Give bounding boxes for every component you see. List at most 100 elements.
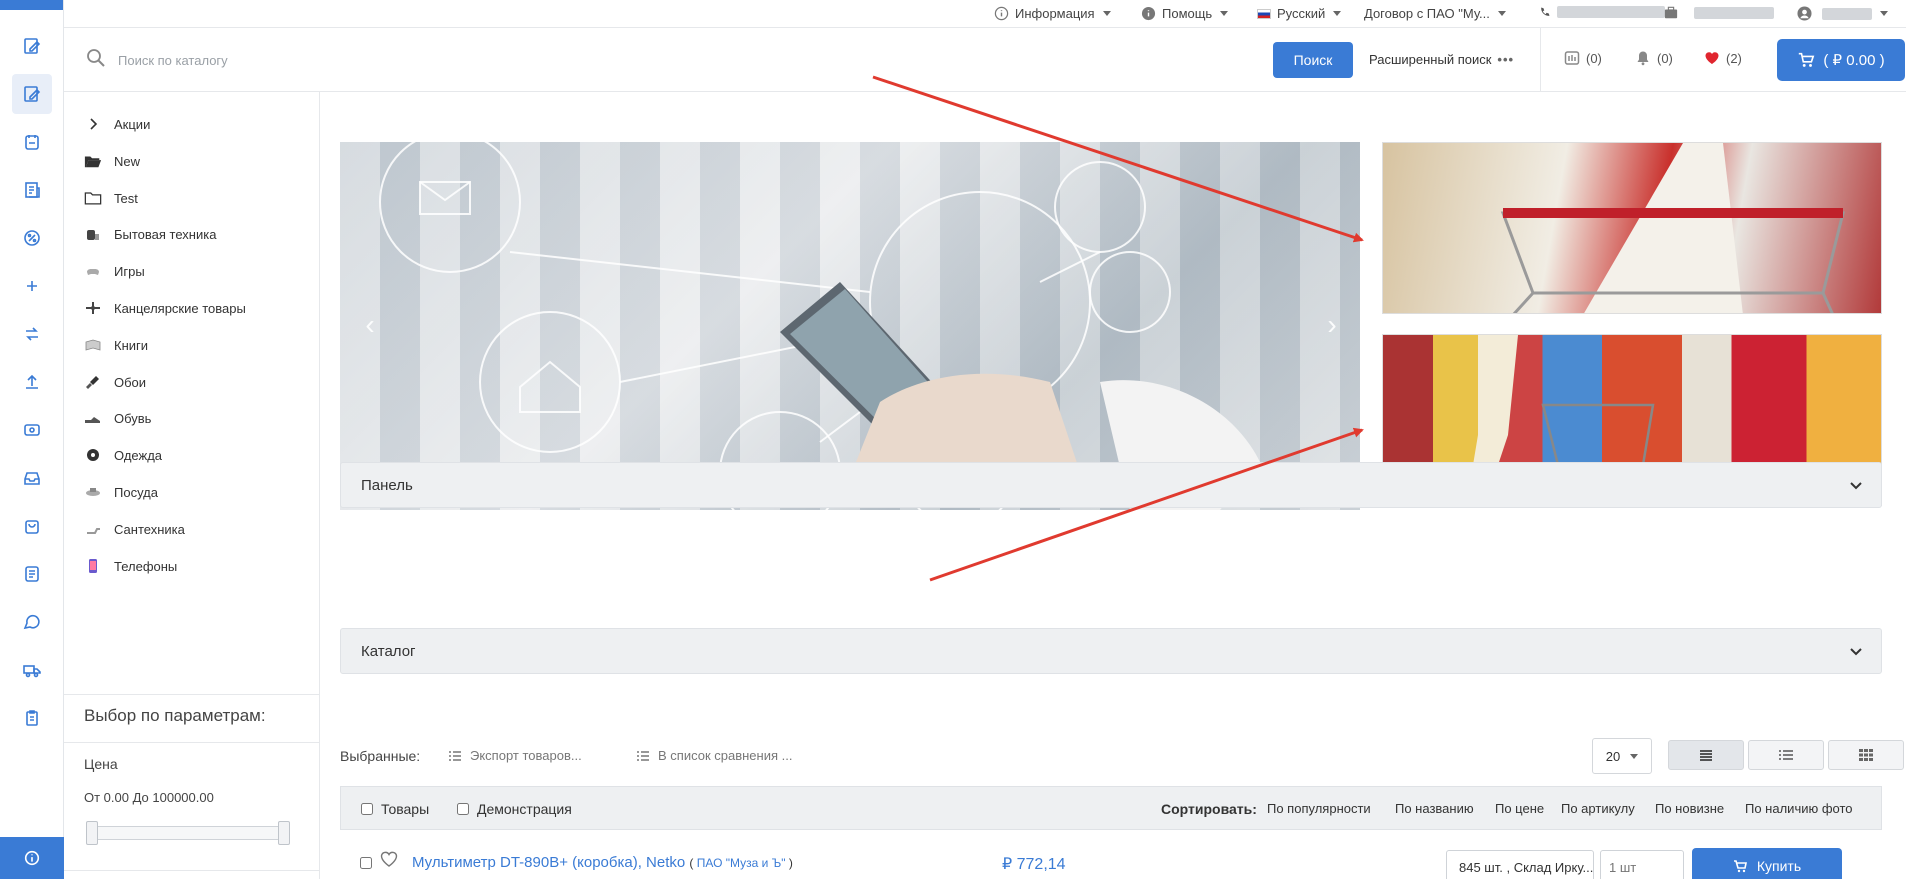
clipboard-icon[interactable] — [12, 698, 52, 738]
lines-icon — [1700, 750, 1712, 761]
stock-value: 845 шт. , Склад Ирку... — [1459, 859, 1594, 875]
sort-by-photo[interactable]: По наличию фото — [1745, 801, 1853, 816]
vendor-prefix: ( — [689, 856, 694, 870]
category-item[interactable]: Обои — [84, 374, 146, 390]
category-label: Телефоны — [114, 558, 178, 574]
category-item[interactable]: Test — [84, 190, 138, 206]
category-label: Игры — [114, 263, 145, 279]
category-label: Обои — [114, 374, 147, 390]
inbox-icon[interactable] — [12, 458, 52, 498]
sort-by-article[interactable]: По артикулу — [1561, 801, 1635, 816]
payment-icon[interactable] — [12, 410, 52, 450]
view-list-button[interactable] — [1668, 740, 1744, 770]
compare-list-link[interactable]: В список сравнения ... — [636, 748, 792, 763]
discount-icon[interactable] — [12, 218, 52, 258]
cart-total: ( ₽ 0.00 ) — [1823, 52, 1885, 69]
orders-icon[interactable] — [12, 122, 52, 162]
per-page-select[interactable]: 20 — [1592, 738, 1652, 774]
price-range-text: От 0.00 До 100000.00 — [84, 790, 214, 805]
carousel-prev-icon[interactable]: ‹ — [360, 309, 380, 340]
per-page-value: 20 — [1605, 748, 1621, 764]
notifications-counter[interactable]: (0) — [1635, 50, 1673, 66]
divider — [1540, 28, 1541, 92]
category-item[interactable]: Одежда — [84, 447, 162, 463]
sort-label: Сортировать: — [1161, 801, 1257, 817]
demo-checkbox[interactable]: Демонстрация — [457, 801, 572, 817]
info-menu[interactable]: Информация — [994, 6, 1111, 21]
catalog-accordion[interactable]: Каталог — [340, 628, 1882, 674]
language-menu[interactable]: Русский — [1257, 6, 1342, 21]
help-menu[interactable]: Помощь — [1141, 6, 1229, 21]
divider — [64, 742, 320, 743]
catalog-icon[interactable] — [12, 74, 52, 114]
category-item[interactable]: Канцелярские товары — [84, 300, 246, 316]
promo-image-cart[interactable] — [1382, 142, 1882, 314]
quantity-input[interactable] — [1600, 850, 1684, 879]
favorites-counter[interactable]: (2) — [1704, 50, 1742, 66]
panel-accordion-title: Панель — [361, 476, 413, 494]
add-icon[interactable] — [12, 266, 52, 306]
category-label: Посуда — [114, 484, 158, 500]
view-detailed-button[interactable] — [1748, 740, 1824, 770]
catalog-search-input[interactable] — [118, 46, 918, 74]
sort-by-name[interactable]: По названию — [1395, 801, 1474, 816]
info-icon — [24, 850, 40, 866]
clothes-icon — [87, 449, 99, 461]
company-info — [1664, 6, 1774, 20]
catalog-edit-icon[interactable] — [12, 26, 52, 66]
goods-checkbox-input[interactable] — [361, 803, 373, 815]
product-checkbox[interactable] — [360, 857, 372, 869]
search-button[interactable]: Поиск — [1273, 42, 1353, 78]
category-item[interactable]: Сантехника — [84, 521, 185, 537]
more-dots-icon: ••• — [1497, 52, 1515, 67]
cart-icon — [1733, 860, 1747, 873]
category-item[interactable]: Акции — [84, 116, 150, 132]
divider — [64, 870, 320, 871]
bag-icon[interactable] — [12, 506, 52, 546]
upload-icon[interactable] — [12, 362, 52, 402]
rail-top-bar — [0, 0, 63, 10]
buy-button[interactable]: Купить — [1692, 848, 1842, 879]
demo-checkbox-input[interactable] — [457, 803, 469, 815]
vendor-name[interactable]: ПАО "Муза и Ъ" — [697, 856, 786, 870]
compare-count: (0) — [1586, 50, 1602, 66]
product-name-link[interactable]: Мультиметр DT-890B+ (коробка), Netko ( П… — [412, 854, 793, 871]
support-icon[interactable] — [12, 602, 52, 642]
search-bar: Поиск Расширенный поиск ••• (0) (0) (2) (… — [64, 28, 1906, 92]
category-item[interactable]: Обувь — [84, 410, 151, 426]
panel-accordion[interactable]: Панель — [340, 462, 1882, 508]
price-slider-max-handle[interactable] — [278, 821, 290, 845]
user-menu[interactable] — [1797, 6, 1888, 21]
reports-icon[interactable] — [12, 554, 52, 594]
category-item[interactable]: Телефоны — [84, 558, 177, 574]
contract-menu[interactable]: Договор с ПАО "Му... — [1364, 6, 1506, 21]
favorite-heart-icon[interactable] — [380, 850, 398, 868]
product-price: ₽ 772,14 — [1002, 856, 1066, 873]
category-item[interactable]: Посуда — [84, 484, 158, 500]
exchange-icon[interactable] — [12, 314, 52, 354]
chevron-right-icon — [90, 118, 98, 130]
price-slider-min-handle[interactable] — [86, 821, 98, 845]
sort-by-popularity[interactable]: По популярности — [1267, 801, 1371, 816]
category-item[interactable]: Игры — [84, 263, 145, 279]
sort-by-price[interactable]: По цене — [1495, 801, 1544, 816]
advanced-search-link[interactable]: Расширенный поиск ••• — [1369, 52, 1514, 67]
delivery-icon[interactable] — [12, 650, 52, 690]
category-item[interactable]: New — [84, 153, 140, 169]
compare-counter[interactable]: (0) — [1564, 50, 1602, 66]
price-slider[interactable] — [86, 821, 290, 845]
goods-checkbox[interactable]: Товары — [361, 801, 429, 817]
category-item[interactable]: Книги — [84, 337, 148, 353]
category-item[interactable]: Бытовая техника — [84, 226, 216, 242]
promo-carousel[interactable]: ‹ › — [340, 142, 1360, 510]
documents-icon[interactable] — [12, 170, 52, 210]
cart-button[interactable]: ( ₽ 0.00 ) — [1777, 39, 1905, 81]
export-link[interactable]: Экспорт товаров... — [448, 748, 582, 763]
view-grid-button[interactable] — [1828, 740, 1904, 770]
stock-select[interactable]: 845 шт. , Склад Ирку... — [1446, 850, 1594, 879]
notifications-count: (0) — [1657, 50, 1673, 66]
sort-by-newness[interactable]: По новизне — [1655, 801, 1724, 816]
briefcase-icon — [1664, 6, 1678, 19]
carousel-next-icon[interactable]: › — [1322, 309, 1342, 340]
info-button[interactable] — [0, 837, 64, 879]
